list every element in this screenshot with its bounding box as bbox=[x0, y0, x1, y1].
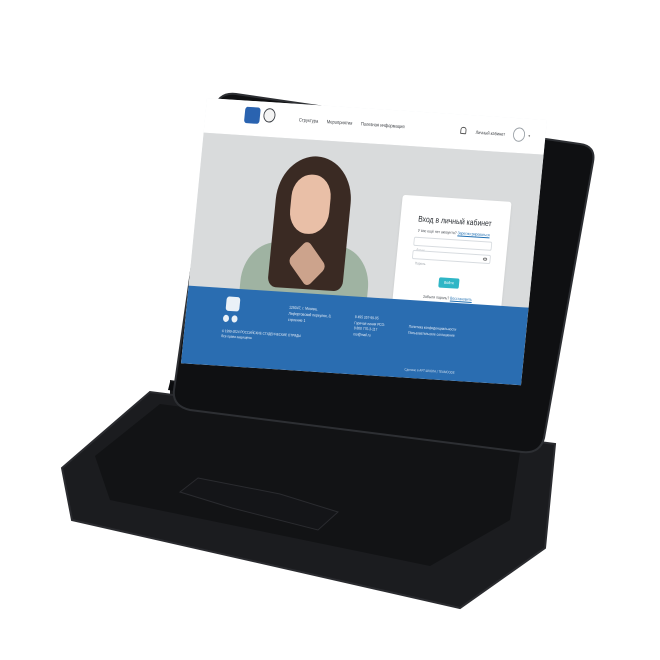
notifications-bell-icon[interactable] bbox=[460, 126, 467, 135]
footer-contacts[interactable]: 8 495 357-99-95 Горячая линия РСО: 8 800… bbox=[353, 315, 386, 339]
footer-logo[interactable] bbox=[225, 296, 241, 312]
nav-item-structure[interactable]: Структура bbox=[299, 118, 319, 124]
user-avatar-icon[interactable] bbox=[512, 127, 526, 143]
forgot-password-text: Забыли пароль? bbox=[422, 293, 451, 301]
login-subtitle-text: У вас ещё нет аккаунта? bbox=[417, 227, 458, 236]
partner-logo[interactable] bbox=[262, 107, 277, 123]
restore-password-link[interactable]: Восстановить bbox=[450, 295, 472, 302]
nav-item-useful-info[interactable]: Полезная информация bbox=[361, 122, 405, 130]
rso-logo[interactable] bbox=[243, 106, 261, 124]
footer-legal-links[interactable]: Политика конфиденциальности Пользователь… bbox=[408, 325, 457, 339]
chevron-down-icon[interactable]: ▾ bbox=[528, 133, 530, 138]
footer-copyright: © 1999-2024 РОССИЙСКИЕ СТУДЕНЧЕСКИЕ ОТРЯ… bbox=[221, 328, 302, 341]
telegram-icon[interactable] bbox=[231, 315, 238, 323]
tablet-screen: Структура Мероприятия Полезная информаци… bbox=[181, 98, 547, 386]
vk-icon[interactable] bbox=[222, 314, 230, 323]
main-nav: Структура Мероприятия Полезная информаци… bbox=[299, 118, 405, 130]
login-submit-button[interactable]: Войти bbox=[438, 277, 460, 289]
register-link[interactable]: Зарегистрироваться bbox=[457, 230, 490, 237]
product-mockup-scene: Структура Мероприятия Полезная информаци… bbox=[0, 0, 660, 660]
developer-credit: Сделано в АРТ ШКОЛА | TEAMCODE bbox=[404, 367, 455, 375]
footer-address: 125047, г. Москва, Лефортовский переулок… bbox=[287, 304, 332, 323]
hero-section: Вход в личный кабинет У вас ещё нет акка… bbox=[188, 132, 544, 333]
login-field[interactable] bbox=[413, 236, 493, 259]
password-input[interactable] bbox=[412, 259, 484, 272]
personal-cabinet-link[interactable]: Личный кабинет bbox=[475, 130, 505, 137]
show-password-icon[interactable] bbox=[482, 257, 488, 261]
nav-item-events[interactable]: Мероприятия bbox=[326, 120, 352, 127]
